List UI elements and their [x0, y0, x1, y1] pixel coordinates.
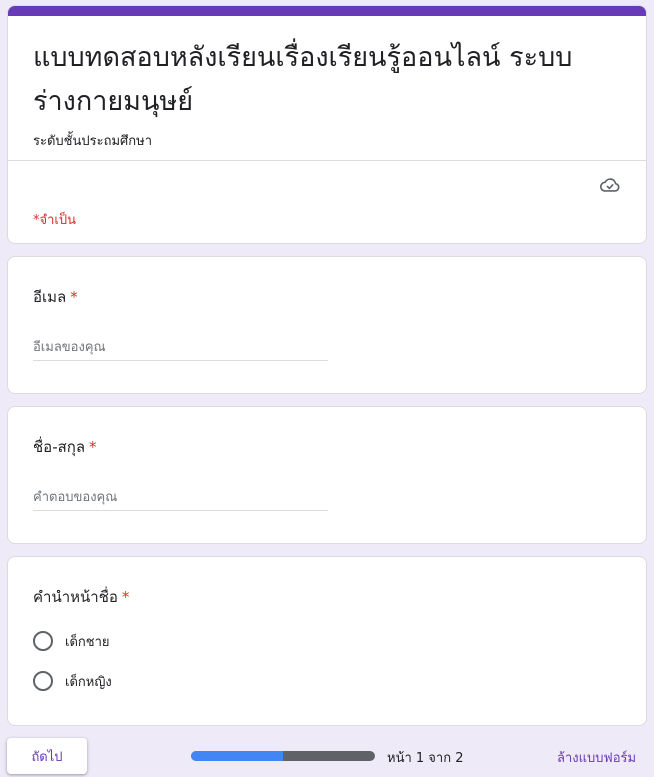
question-card-email: อีเมล * [7, 256, 647, 394]
next-button[interactable]: ถัดไป [7, 738, 87, 774]
header-divider [8, 160, 646, 161]
email-input[interactable] [33, 335, 328, 361]
radio-label: เด็กหญิง [65, 674, 112, 690]
question-title: คำนำหน้าชื่อ * [33, 585, 129, 609]
form-title: แบบทดสอบหลังเรียนเรื่องเรียนรู้ออนไลน์ ร… [33, 42, 573, 117]
form-header-card: แบบทดสอบหลังเรียนเรื่องเรียนรู้ออนไลน์ ร… [7, 5, 647, 244]
form-description: ระดับชั้นประถมศึกษา [33, 134, 153, 149]
required-asterisk: * [70, 288, 78, 306]
question-label: ชื่อ-สกุล [33, 438, 86, 456]
header-accent-bar [8, 6, 646, 16]
fullname-input[interactable] [33, 485, 328, 511]
radio-option-girl[interactable]: เด็กหญิง [33, 669, 112, 693]
required-note: *จำเป็น [33, 213, 76, 228]
radio-option-boy[interactable]: เด็กชาย [33, 629, 110, 653]
required-asterisk: * [89, 438, 97, 456]
radio-button[interactable] [33, 631, 53, 651]
clear-form-button[interactable]: ล้างแบบฟอร์ม [557, 747, 636, 768]
radio-button[interactable] [33, 671, 53, 691]
question-label: คำนำหน้าชื่อ [33, 588, 118, 606]
page-indicator: หน้า 1 จาก 2 [387, 751, 464, 766]
question-label: อีเมล [33, 288, 67, 306]
required-asterisk: * [121, 588, 130, 606]
progress-bar [191, 751, 375, 761]
progress-bar-fill [191, 751, 283, 761]
question-card-prefix: คำนำหน้าชื่อ * เด็กชาย เด็กหญิง [7, 556, 647, 726]
question-title: ชื่อ-สกุล * [33, 435, 97, 459]
cloud-check-icon [599, 178, 620, 192]
question-title: อีเมล * [33, 285, 78, 309]
question-card-fullname: ชื่อ-สกุล * [7, 406, 647, 544]
radio-label: เด็กชาย [65, 634, 110, 650]
